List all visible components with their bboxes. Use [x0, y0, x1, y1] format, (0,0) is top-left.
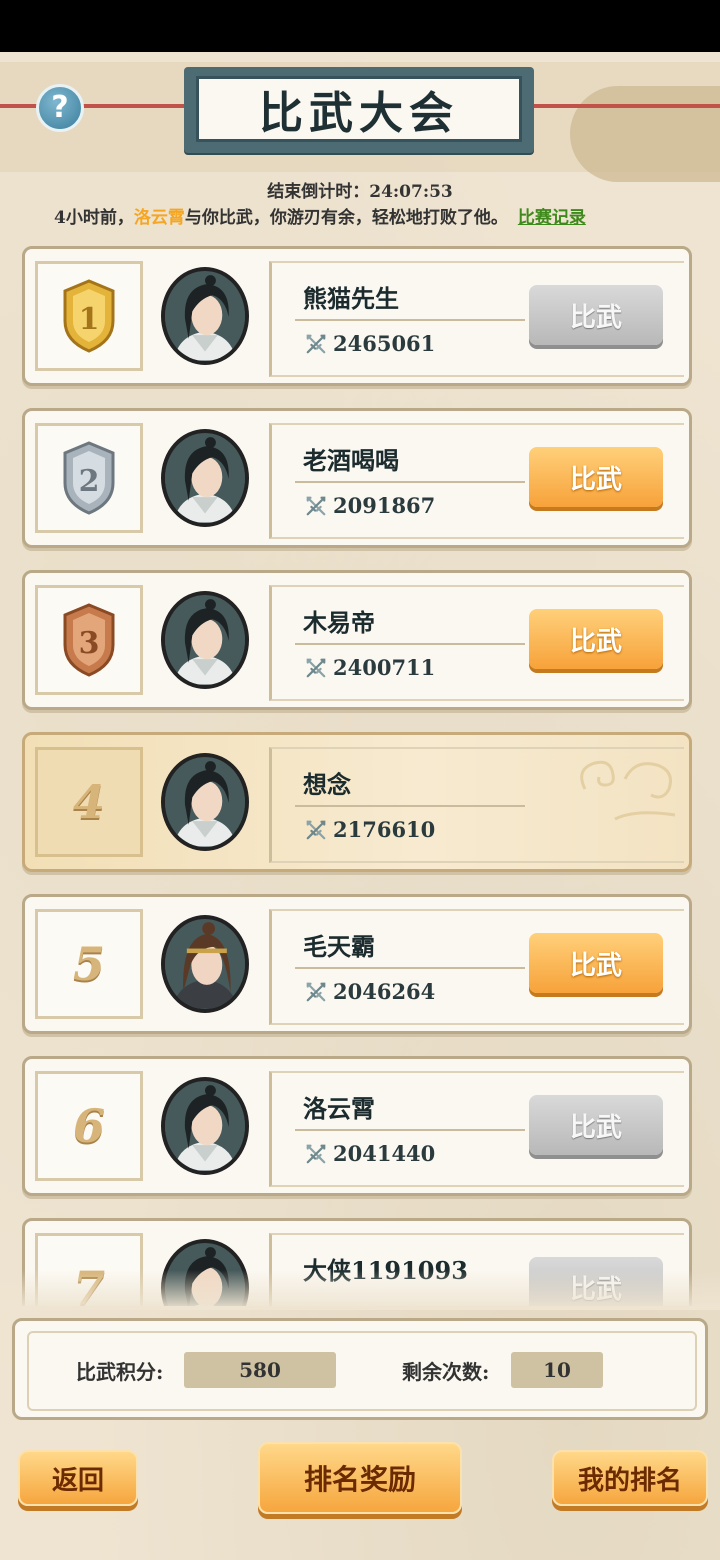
news-text: 与你比武，你游刃有余，轻松地打败了他。 — [184, 208, 508, 228]
ranking-card: 1 熊猫先生 2465061 比武 — [22, 246, 692, 386]
player-name: 木易帝 — [303, 608, 375, 637]
crossed-swords-icon — [305, 819, 327, 841]
score-label: 比武积分: — [76, 1360, 164, 1384]
rank-badge: 4 — [35, 747, 143, 857]
list-fade — [0, 1270, 720, 1310]
combat-power: 2041440 — [305, 1141, 435, 1166]
crossed-swords-icon — [305, 981, 327, 1003]
rank-reward-button[interactable]: 排名奖励 — [258, 1442, 462, 1514]
medal-rank: 1 — [79, 302, 100, 337]
score-value: 580 — [184, 1352, 336, 1388]
title-plaque: 比武大会 — [184, 67, 534, 153]
divider — [295, 319, 525, 321]
rank-number: 4 — [72, 775, 105, 829]
avatar[interactable] — [161, 1077, 249, 1175]
power-value: 2465061 — [333, 331, 436, 356]
rank-number: 5 — [72, 937, 105, 991]
medal-rank: 2 — [79, 464, 100, 499]
challenge-button[interactable]: 比武 — [529, 933, 663, 993]
combat-power: 2046264 — [305, 979, 435, 1004]
player-name: 老酒喝喝 — [303, 446, 399, 475]
my-ranking-card: 4 想念 2176610 — [22, 732, 692, 872]
silver-medal-icon: 2 — [63, 441, 115, 515]
battle-news: 4小时前，洛云霄与你比武，你游刃有余，轻松地打败了他。 比赛记录 — [54, 203, 694, 228]
news-opponent-name[interactable]: 洛云霄 — [134, 208, 185, 228]
combat-power: 2091867 — [305, 493, 435, 518]
remaining-label: 剩余次数: — [402, 1360, 490, 1384]
divider — [295, 1129, 525, 1131]
rank-badge: 1 — [35, 261, 143, 371]
page-title: 比武大会 — [196, 76, 522, 142]
rope-right — [522, 104, 720, 108]
cloud-decoration — [570, 86, 720, 182]
rank-badge: 5 — [35, 909, 143, 1019]
combat-power: 2465061 — [305, 331, 435, 356]
rank-badge: 6 — [35, 1071, 143, 1181]
avatar[interactable] — [161, 753, 249, 851]
avatar[interactable] — [161, 267, 249, 365]
ranking-list[interactable]: 1 熊猫先生 2465061 比武 2 老酒喝喝 2091867 比武 3 木易… — [0, 236, 720, 1306]
rank-badge: 3 — [35, 585, 143, 695]
back-button[interactable]: 返回 — [18, 1450, 138, 1506]
avatar[interactable] — [161, 591, 249, 689]
challenge-button[interactable]: 比武 — [529, 1095, 663, 1155]
player-name: 熊猫先生 — [303, 284, 399, 313]
player-name: 想念 — [303, 770, 351, 799]
power-value: 2046264 — [333, 979, 436, 1004]
news-prefix: 4小时前， — [54, 208, 134, 228]
divider — [295, 481, 525, 483]
countdown-value: 24:07:53 — [369, 182, 453, 202]
bronze-medal-icon: 3 — [63, 603, 115, 677]
ranking-card: 6 洛云霄 2041440 比武 — [22, 1056, 692, 1196]
countdown-label: 结束倒计时： — [267, 182, 370, 202]
medal-rank: 3 — [79, 626, 100, 661]
ranking-card: 3 木易帝 2400711 比武 — [22, 570, 692, 710]
divider — [295, 805, 525, 807]
countdown: 结束倒计时：24:07:53 — [0, 177, 720, 202]
power-value: 2091867 — [333, 493, 436, 518]
crossed-swords-icon — [305, 1143, 327, 1165]
player-name: 洛云霄 — [303, 1094, 375, 1123]
crossed-swords-icon — [305, 333, 327, 355]
power-value: 2041440 — [333, 1141, 436, 1166]
divider — [295, 967, 525, 969]
status-bar — [0, 0, 720, 52]
avatar[interactable] — [161, 915, 249, 1013]
power-value: 2176610 — [333, 817, 436, 842]
avatar[interactable] — [161, 429, 249, 527]
crossed-swords-icon — [305, 657, 327, 679]
match-record-link[interactable]: 比赛记录 — [518, 208, 586, 228]
gold-medal-icon: 1 — [63, 279, 115, 353]
ranking-card: 5 毛天霸 2046264 比武 — [22, 894, 692, 1034]
question-icon: ? — [51, 90, 69, 125]
ranking-card: 2 老酒喝喝 2091867 比武 — [22, 408, 692, 548]
combat-power: 2176610 — [305, 817, 435, 842]
player-name: 毛天霸 — [303, 932, 375, 961]
rank-badge: 2 — [35, 423, 143, 533]
my-rank-button[interactable]: 我的排名 — [552, 1450, 708, 1506]
rope-left — [0, 104, 195, 108]
rank-number: 6 — [72, 1099, 105, 1153]
crossed-swords-icon — [305, 495, 327, 517]
combat-power: 2400711 — [305, 655, 435, 680]
challenge-button[interactable]: 比武 — [529, 447, 663, 507]
help-button[interactable]: ? — [36, 84, 84, 132]
divider — [295, 643, 525, 645]
challenge-button[interactable]: 比武 — [529, 285, 663, 345]
power-value: 2400711 — [333, 655, 436, 680]
cloud-pattern-icon — [580, 760, 676, 821]
remaining-value: 10 — [511, 1352, 603, 1388]
challenge-button[interactable]: 比武 — [529, 609, 663, 669]
